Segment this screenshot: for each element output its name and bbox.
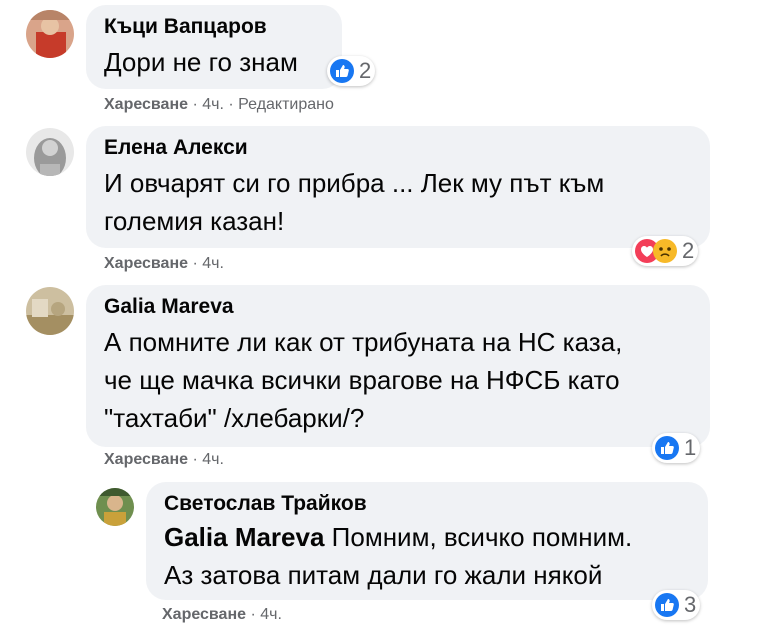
separator: · (228, 96, 234, 113)
comment-bubble: Galia Mareva А помните ли как от трибуна… (86, 285, 710, 447)
comment-actions: Харесване · 4ч. · Редактирано (104, 96, 334, 114)
comment-text: Помним, всичко помним. (331, 522, 633, 552)
comment-author[interactable]: Къци Вапцаров (104, 15, 326, 39)
comment-text-line: А помните ли как от трибуната на НС каза… (104, 327, 623, 357)
comment-author[interactable]: Galia Mareva (104, 295, 694, 319)
timestamp[interactable]: 4ч. (202, 451, 224, 468)
avatar[interactable] (26, 287, 74, 335)
comment-text-line: Galia Mareva Помним, всичко помним. (164, 518, 692, 556)
reaction-summary[interactable]: 2 (632, 236, 699, 266)
avatar[interactable] (96, 488, 134, 526)
comment-author[interactable]: Светослав Трайков (164, 492, 692, 516)
comment-text-line: че ще мачка всички врагове на НФСБ като (104, 365, 620, 395)
separator: · (192, 96, 198, 113)
separator: · (250, 606, 256, 623)
timestamp[interactable]: 4ч. (202, 96, 224, 113)
like-link[interactable]: Харесване (104, 451, 188, 468)
comment-bubble: Светослав Трайков Galia Mareva Помним, в… (146, 482, 708, 600)
comment-text-line: Аз затова питам дали го жали някой (164, 560, 603, 590)
timestamp[interactable]: 4ч. (260, 606, 282, 623)
edited-label: Редактирано (238, 96, 334, 113)
comment-actions: Харесване · 4ч. (104, 255, 224, 273)
reaction-count: 1 (684, 435, 697, 460)
reaction-summary[interactable]: 1 (652, 433, 701, 463)
like-link[interactable]: Харесване (162, 606, 246, 623)
reaction-count: 2 (359, 58, 372, 83)
comment-bubble: Къци Вапцаров Дори не го знам (86, 5, 342, 89)
avatar[interactable] (26, 10, 74, 58)
separator: · (192, 255, 198, 272)
comment-bubble: Елена Алекси И овчарят си го прибра ... … (86, 126, 710, 248)
like-reaction-icon (655, 436, 679, 460)
reaction-count: 3 (684, 592, 697, 617)
like-reaction-icon (655, 593, 679, 617)
like-link[interactable]: Харесване (104, 96, 188, 113)
reaction-summary[interactable]: 2 (327, 56, 376, 86)
comment-actions: Харесване · 4ч. (162, 606, 282, 624)
reaction-count: 2 (682, 238, 695, 263)
mention-link[interactable]: Galia Mareva (164, 522, 324, 552)
like-reaction-icon (330, 59, 354, 83)
comment-text-line: И овчарят си го прибра ... Лек му път къ… (104, 168, 605, 198)
comment-text: Дори не го знам (104, 47, 298, 77)
comment-author[interactable]: Елена Алекси (104, 136, 694, 160)
separator: · (192, 451, 198, 468)
comment-text-line: "тахтаби" /хлебарки/? (104, 403, 365, 433)
like-link[interactable]: Харесване (104, 255, 188, 272)
avatar[interactable] (26, 128, 74, 176)
reaction-summary[interactable]: 3 (652, 590, 701, 620)
comment-text-line: големия казан! (104, 206, 285, 236)
comment-actions: Харесване · 4ч. (104, 451, 224, 469)
sad-reaction-icon (653, 239, 677, 263)
timestamp[interactable]: 4ч. (202, 255, 224, 272)
